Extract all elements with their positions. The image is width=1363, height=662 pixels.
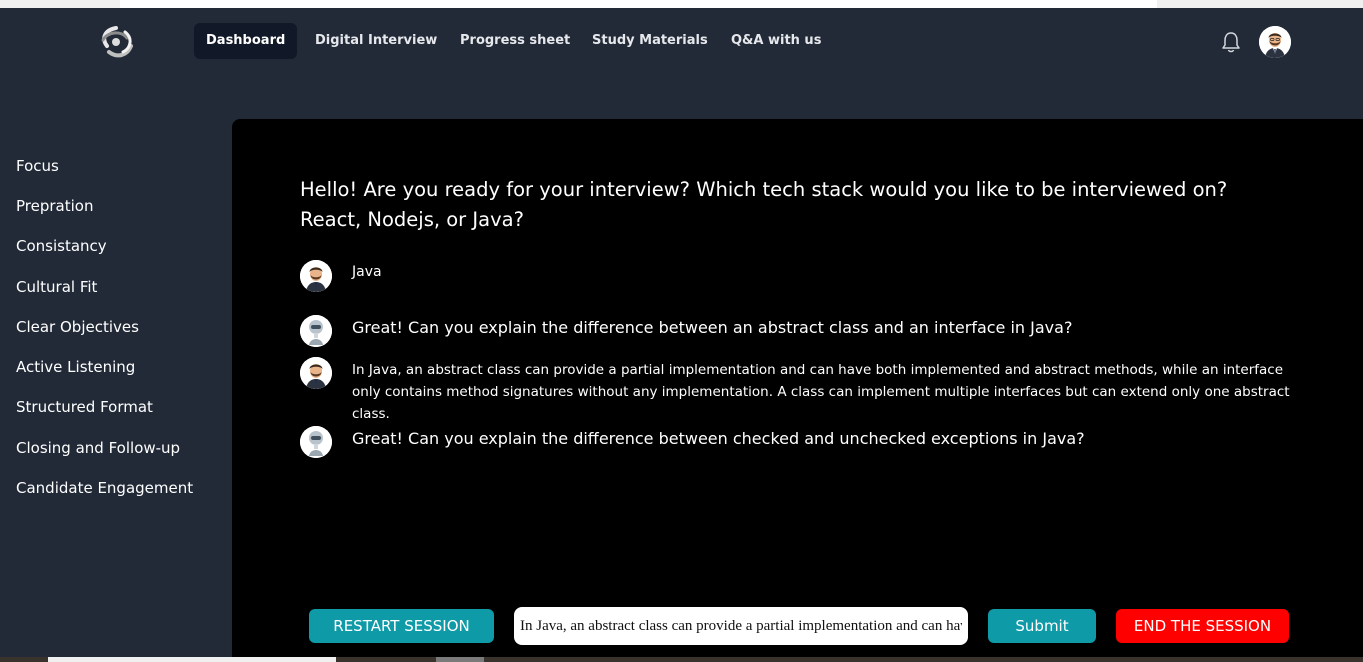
user-avatar[interactable] [1259, 26, 1291, 58]
taskbar-segment [48, 657, 336, 662]
submit-button[interactable]: Submit [988, 609, 1096, 643]
sidebar-item-closing-follow-up[interactable]: Closing and Follow-up [16, 439, 180, 457]
nav-progress-sheet[interactable]: Progress sheet [448, 23, 582, 59]
chat-message-text: Java [352, 264, 382, 280]
sidebar-item-active-listening[interactable]: Active Listening [16, 358, 135, 376]
bell-icon[interactable] [1220, 30, 1242, 54]
sidebar-item-clear-objectives[interactable]: Clear Objectives [16, 318, 139, 336]
sidebar-item-prepration[interactable]: Prepration [16, 197, 93, 215]
swirl-logo-icon[interactable] [95, 22, 137, 62]
top-strip-segment [0, 0, 120, 8]
nav-digital-interview[interactable]: Digital Interview [303, 23, 449, 59]
taskbar-edge [0, 657, 1363, 662]
top-strip-segment [1157, 0, 1363, 8]
sidebar-item-cultural-fit[interactable]: Cultural Fit [16, 278, 97, 296]
browser-top-strip [0, 0, 1363, 8]
sidebar-item-focus[interactable]: Focus [16, 157, 59, 175]
chat-message-text: Great! Can you explain the difference be… [352, 318, 1073, 337]
end-session-button[interactable]: END THE SESSION [1116, 609, 1289, 643]
sidebar-item-consistancy[interactable]: Consistancy [16, 237, 107, 255]
taskbar-segment [436, 657, 484, 662]
user-avatar [300, 357, 332, 389]
sidebar-item-candidate-engagement[interactable]: Candidate Engagement [16, 479, 193, 497]
interview-chat-panel: Hello! Are you ready for your interview?… [232, 119, 1363, 662]
chat-message-text: Great! Can you explain the difference be… [352, 429, 1085, 448]
answer-input[interactable] [514, 607, 968, 645]
top-navbar: Dashboard Digital Interview Progress she… [0, 8, 1363, 76]
bot-greeting: Hello! Are you ready for your interview?… [300, 178, 1228, 231]
restart-session-button[interactable]: RESTART SESSION [309, 609, 494, 643]
user-avatar [300, 260, 332, 292]
nav-study-materials[interactable]: Study Materials [580, 23, 720, 59]
nav-dashboard[interactable]: Dashboard [194, 23, 298, 59]
robot-avatar [300, 426, 332, 458]
chat-message-text: In Java, an abstract class can provide a… [352, 362, 1290, 422]
sidebar-item-structured-format[interactable]: Structured Format [16, 398, 153, 416]
nav-qa-with-us[interactable]: Q&A with us [719, 23, 833, 59]
robot-avatar [300, 315, 332, 347]
